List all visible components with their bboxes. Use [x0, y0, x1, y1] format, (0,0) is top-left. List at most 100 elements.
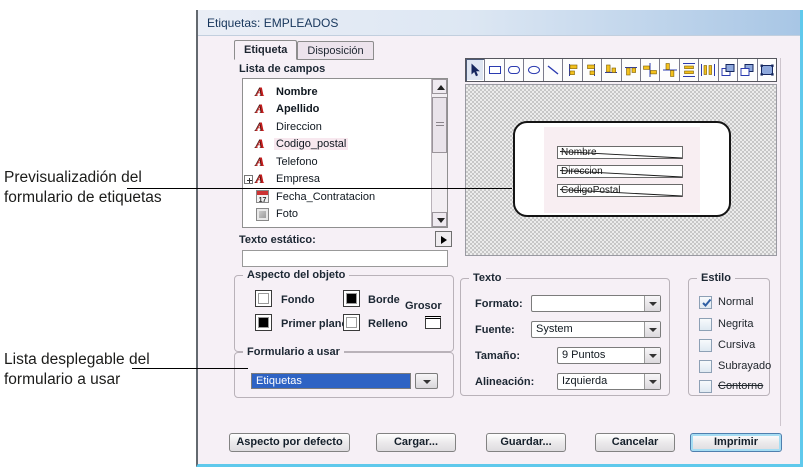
rectangle-tool-button[interactable]	[485, 59, 504, 81]
select-arrow[interactable]	[644, 374, 660, 389]
bold-checkbox[interactable]	[699, 318, 712, 331]
swatch-label: Relleno	[368, 318, 408, 330]
size-select[interactable]: 9 Puntos	[557, 347, 661, 364]
foreground-color-swatch[interactable]	[255, 314, 272, 331]
chevron-down-icon	[649, 302, 657, 306]
ellipse-tool-button[interactable]	[524, 59, 543, 81]
send-to-back-button[interactable]	[738, 59, 757, 81]
list-item[interactable]: 17 Fecha_Contratacion	[243, 188, 447, 206]
text-field-icon: A	[256, 101, 271, 117]
align-bottom-button[interactable]	[602, 59, 621, 81]
merge-line-icon	[558, 166, 684, 179]
tab-disposicion[interactable]: Disposición	[297, 41, 373, 60]
alignment-select[interactable]: Izquierda	[557, 373, 661, 390]
layout-to-use-group: Formulario a usar Etiquetas	[234, 352, 454, 398]
text-field-icon: A	[256, 84, 271, 100]
chevron-down-icon	[423, 380, 431, 384]
text-settings-group: Texto Formato: Fuente: System Tamaño: 9 …	[460, 278, 670, 396]
panel-divider	[780, 58, 781, 426]
scroll-up-button[interactable]	[432, 79, 447, 94]
swatch-label: Fondo	[281, 294, 315, 306]
layout-select[interactable]: Etiquetas	[251, 373, 411, 389]
border-color-swatch[interactable]	[343, 290, 360, 307]
load-button[interactable]: Cargar...	[376, 433, 456, 452]
distribute-vertical-button[interactable]	[680, 59, 699, 81]
scroll-down-button[interactable]	[432, 212, 447, 227]
text-field-icon: A	[256, 119, 271, 135]
object-appearance-group: Aspecto del objeto Fondo Primer plano Bo…	[234, 275, 454, 352]
list-item-selected[interactable]: A Codigo_postal	[243, 136, 447, 154]
annotation-connector-line	[127, 188, 512, 189]
thickness-label: Grosor	[405, 300, 442, 312]
pointer-tool-button[interactable]	[466, 59, 485, 81]
chevron-down-icon	[649, 354, 657, 358]
align-top-button[interactable]	[622, 59, 641, 81]
page: Previsualizadión del formulario de etiqu…	[0, 0, 805, 473]
dialog-titlebar[interactable]: Etiquetas: EMPLEADOS	[198, 10, 800, 36]
align-left-button[interactable]	[563, 59, 582, 81]
font-select[interactable]: System	[531, 321, 661, 338]
print-button[interactable]: Imprimir	[690, 433, 782, 452]
text-field-icon: A	[256, 224, 271, 228]
underline-checkbox[interactable]	[699, 360, 712, 373]
format-select[interactable]	[531, 295, 661, 312]
expand-plus-icon[interactable]	[244, 175, 253, 184]
picture-icon	[256, 208, 269, 221]
select-arrow[interactable]	[644, 296, 660, 311]
static-text-insert-button[interactable]	[435, 231, 452, 247]
group-title: Aspecto del objeto	[243, 269, 349, 281]
save-button[interactable]: Guardar...	[486, 433, 566, 452]
style-group: Estilo Normal Negrita Cursiva Subrayado …	[688, 278, 770, 396]
calendar-icon: 17	[256, 190, 269, 203]
annotation-connector-line	[132, 368, 248, 369]
default-appearance-button[interactable]: Aspecto por defecto	[229, 433, 350, 452]
list-item[interactable]: Foto	[243, 206, 447, 224]
annotation-dropdown-note: Lista desplegable del formulario a usar	[4, 350, 174, 389]
grip-icon	[436, 122, 444, 128]
align-right-button[interactable]	[583, 59, 602, 81]
label-preview-area: Nombre Direccion CodigoPostal	[465, 84, 777, 256]
swatch-label: Borde	[368, 294, 400, 306]
list-item[interactable]: A Nombre	[243, 83, 447, 101]
group-title: Estilo	[697, 272, 735, 284]
drawing-toolbar	[465, 58, 777, 82]
alignment-label: Alineación:	[475, 376, 534, 388]
group-title: Formulario a usar	[243, 346, 344, 358]
distribute-horizontal-button[interactable]	[699, 59, 718, 81]
scrollbar-thumb[interactable]	[432, 97, 447, 153]
list-item[interactable]: A Direccion	[243, 118, 447, 136]
list-item[interactable]: A Empresa	[243, 171, 447, 189]
line-thickness-swatch[interactable]	[425, 316, 441, 329]
fill-color-swatch[interactable]	[343, 314, 360, 331]
layout-select-arrow-button[interactable]	[415, 373, 438, 389]
text-field-icon: A	[256, 171, 271, 187]
italic-checkbox[interactable]	[699, 339, 712, 352]
dialog-title: Etiquetas: EMPLEADOS	[207, 16, 338, 30]
preview-field-direccion: Direccion	[557, 165, 683, 178]
format-label: Formato:	[475, 298, 523, 310]
tab-etiqueta[interactable]: Etiqueta	[234, 40, 297, 60]
swatch-label: Primer plano	[281, 318, 348, 330]
background-color-swatch[interactable]	[255, 290, 272, 307]
outline-checkbox[interactable]	[699, 380, 712, 393]
select-arrow[interactable]	[644, 348, 660, 363]
label-preview-card: Nombre Direccion CodigoPostal	[513, 121, 731, 217]
align-horizontal-center-button[interactable]	[660, 59, 679, 81]
group-objects-button[interactable]	[758, 59, 776, 81]
merge-line-icon	[558, 185, 684, 198]
list-item[interactable]: A Telefono	[243, 153, 447, 171]
line-tool-button[interactable]	[544, 59, 563, 81]
merge-line-icon	[558, 147, 684, 160]
select-arrow[interactable]	[644, 322, 660, 337]
list-item-partial[interactable]: A	[243, 223, 447, 228]
size-label: Tamaño:	[475, 350, 520, 362]
list-item[interactable]: A Apellido	[243, 101, 447, 119]
bring-to-front-button[interactable]	[719, 59, 738, 81]
static-text-input[interactable]	[242, 250, 448, 267]
chevron-down-icon	[649, 328, 657, 332]
rounded-rectangle-tool-button[interactable]	[505, 59, 524, 81]
list-scrollbar[interactable]	[431, 79, 447, 227]
align-vertical-center-button[interactable]	[641, 59, 660, 81]
cancel-button[interactable]: Cancelar	[595, 433, 675, 452]
normal-checkbox[interactable]	[699, 296, 712, 309]
